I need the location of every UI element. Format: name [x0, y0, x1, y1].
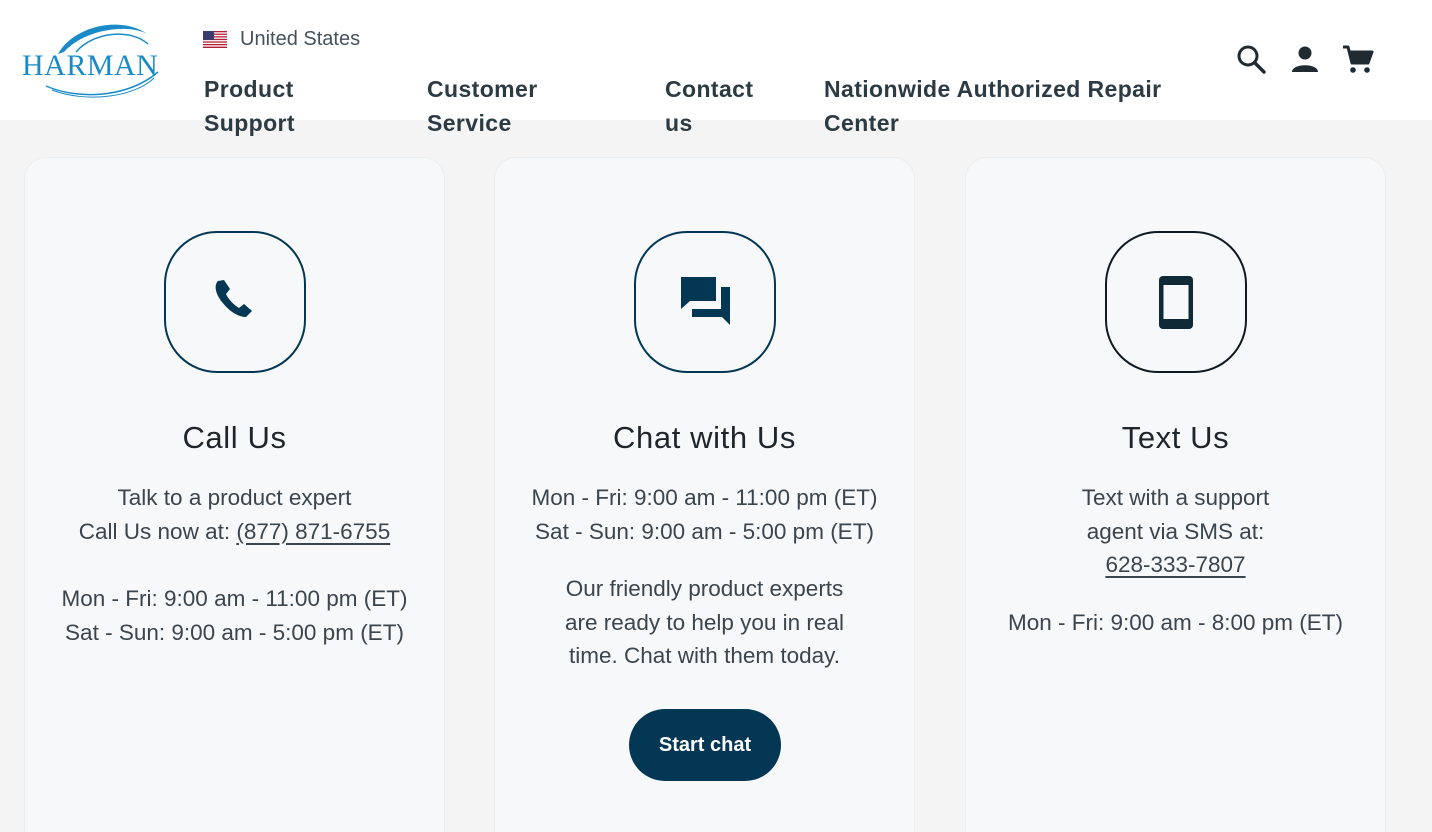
card-title: Chat with Us	[613, 420, 796, 455]
nav-contact-us[interactable]: Contact us	[665, 72, 753, 140]
nav-label-line: Customer	[427, 76, 538, 102]
card-line: Call Us now at: (877) 871-6755	[25, 515, 444, 549]
hours-line: Mon - Fri: 9:00 am - 11:00 pm (ET)	[531, 485, 878, 510]
nav-label-line: Service	[427, 110, 512, 136]
nav-label-line: us	[665, 110, 693, 136]
phone-link[interactable]: (877) 871-6755	[236, 519, 390, 544]
card-line: agent via SMS at:	[1086, 518, 1265, 544]
card-line: Text with a support	[1081, 485, 1270, 510]
nav-label-line: Nationwide Authorized Repair	[824, 76, 1162, 102]
nav-label-line: Contact	[665, 76, 754, 102]
card-title: Text Us	[1121, 420, 1230, 455]
nav-product-support[interactable]: Product Support	[204, 72, 295, 140]
chat-hours: Mon - Fri: 9:00 am - 11:00 pm (ET) Sat -…	[495, 481, 914, 548]
cart-icon[interactable]	[1341, 42, 1375, 76]
hours-line: Mon - Fri: 9:00 am - 8:00 pm (ET)	[1007, 610, 1344, 635]
card-text: Talk to a product expert Call Us now at:…	[25, 481, 444, 548]
desc-line: Our friendly product experts	[565, 576, 844, 601]
phone-icon	[164, 231, 306, 373]
nav-label-line: Support	[204, 110, 295, 136]
call-us-card: Call Us Talk to a product expert Call Us…	[24, 157, 445, 832]
nav-label-line: Product	[204, 76, 294, 102]
desc-line: are ready to help you in real	[565, 609, 844, 635]
account-icon[interactable]	[1288, 42, 1322, 76]
card-text: Text with a support agent via SMS at: 62…	[966, 481, 1385, 582]
locale-label: United States	[240, 27, 361, 50]
hours-line: Mon - Fri: 9:00 am - 11:00 pm (ET)	[61, 586, 408, 611]
card-line: 628-333-7807	[966, 548, 1385, 582]
nav-customer-service[interactable]: Customer Service	[427, 72, 538, 140]
harman-logo[interactable]: HARMAN	[18, 16, 174, 102]
site-header: HARMAN United States Product Support Cus…	[0, 0, 1432, 136]
nav-repair-center[interactable]: Nationwide Authorized Repair Center	[824, 72, 1161, 140]
hours-line: Sat - Sun: 9:00 am - 5:00 pm (ET)	[535, 518, 874, 544]
text-hours: Mon - Fri: 9:00 am - 8:00 pm (ET)	[966, 606, 1385, 640]
call-prefix: Call Us now at:	[78, 518, 237, 544]
chat-description: Our friendly product experts are ready t…	[495, 572, 914, 673]
chat-with-us-card: Chat with Us Mon - Fri: 9:00 am - 11:00 …	[494, 157, 915, 832]
us-flag-icon	[203, 30, 227, 48]
text-us-card: Text Us Text with a support agent via SM…	[965, 157, 1386, 832]
locale-selector[interactable]: United States	[203, 27, 360, 51]
hours-line: Sat - Sun: 9:00 am - 5:00 pm (ET)	[65, 619, 404, 645]
smartphone-icon	[1105, 231, 1247, 373]
chat-icon	[634, 231, 776, 373]
start-chat-button[interactable]: Start chat	[629, 709, 781, 781]
logo-wordmark: HARMAN	[22, 49, 159, 82]
desc-line: time. Chat with them today.	[569, 643, 840, 669]
card-title: Call Us	[182, 420, 287, 455]
search-icon[interactable]	[1234, 42, 1268, 76]
call-hours: Mon - Fri: 9:00 am - 11:00 pm (ET) Sat -…	[25, 582, 444, 649]
sms-phone-link[interactable]: 628-333-7807	[1105, 552, 1245, 577]
nav-label-line: Center	[824, 110, 900, 136]
card-line: Talk to a product expert	[117, 485, 352, 510]
